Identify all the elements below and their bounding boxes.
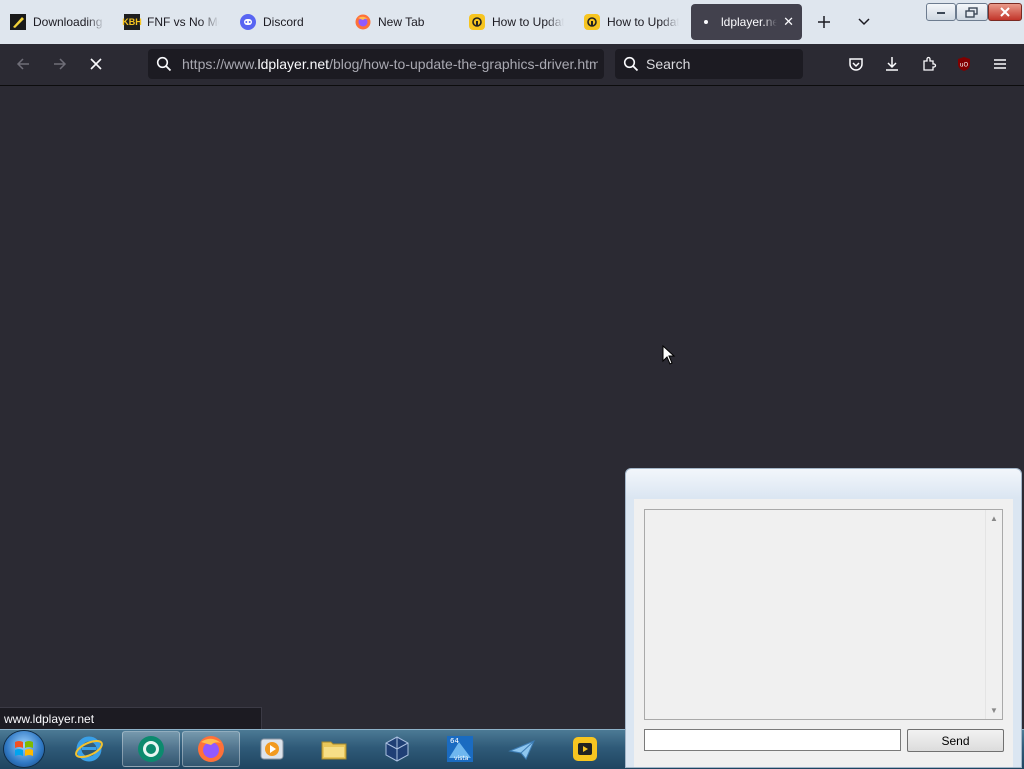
green-circle-app-icon	[138, 736, 164, 762]
forward-arrow-icon	[54, 58, 67, 70]
folder-icon	[321, 741, 347, 760]
close-icon	[1000, 7, 1010, 17]
tab-label: ldplayer.net	[721, 15, 777, 29]
extensions-button[interactable]	[917, 52, 941, 76]
taskbar-file-explorer[interactable]	[305, 731, 363, 767]
restore-button[interactable]	[956, 3, 988, 21]
tab-label: Discord	[263, 15, 304, 29]
chat-window-body: ▲ ▼ Send	[634, 499, 1013, 767]
start-button[interactable]	[4, 731, 44, 767]
svg-text:uO: uO	[960, 62, 969, 69]
ldplayer-icon	[584, 14, 600, 30]
ldplayer-icon	[573, 737, 597, 761]
status-panel: www.ldplayer.net	[0, 707, 262, 729]
tab-discord[interactable]: Discord	[234, 4, 346, 40]
search-placeholder: Search	[646, 56, 691, 72]
tab-label: Downloading	[33, 15, 103, 29]
chat-log-scrollbar[interactable]: ▲ ▼	[985, 510, 1002, 719]
tab-label: How to Update	[607, 15, 679, 29]
new-tab-button[interactable]	[812, 10, 836, 34]
tab-new-tab[interactable]: New Tab	[349, 4, 461, 40]
taskbar-vista64[interactable]: 64 vista	[431, 731, 489, 767]
download-page-icon	[10, 14, 26, 30]
restore-icon	[965, 6, 978, 18]
plus-icon	[818, 16, 830, 28]
ublock-shield-icon: uO	[958, 57, 970, 71]
url-prefix: https://www.	[182, 56, 258, 72]
url-path: /blog/how-to-update-the-graphics-driver.…	[329, 56, 598, 72]
forward-button[interactable]	[48, 52, 72, 76]
firefox-icon	[355, 14, 371, 30]
tab-strip: Downloading KBH FNF vs No More Discord N…	[0, 0, 1024, 44]
taskbar-plane-app[interactable]	[493, 731, 551, 767]
stop-x-icon	[90, 58, 102, 70]
chevron-down-icon	[858, 18, 870, 26]
minimize-button[interactable]	[926, 3, 956, 21]
svg-text:vista: vista	[454, 755, 469, 762]
chat-message-input[interactable]	[644, 729, 901, 751]
back-button[interactable]	[11, 52, 35, 76]
stop-loading-button[interactable]	[84, 52, 108, 76]
url-bar[interactable]: https://www.ldplayer.net/blog/how-to-upd…	[148, 49, 604, 79]
chat-log-textarea[interactable]: ▲ ▼	[644, 509, 1003, 720]
download-icon	[886, 57, 898, 71]
taskbar-internet-explorer[interactable]	[60, 731, 118, 767]
virtualbox-icon	[385, 736, 409, 762]
windows-logo-icon	[15, 741, 33, 756]
ldplayer-icon	[469, 14, 485, 30]
tab-how-to-update-2[interactable]: How to Update	[578, 4, 690, 40]
paper-plane-icon	[508, 740, 535, 760]
svg-text:64: 64	[450, 737, 459, 745]
taskbar-ldplayer[interactable]	[556, 731, 614, 767]
scroll-down-arrow-icon[interactable]: ▼	[990, 706, 998, 715]
tab-downloading[interactable]: Downloading	[4, 4, 116, 40]
search-bar[interactable]: Search	[615, 49, 803, 79]
mouse-cursor-icon	[662, 344, 676, 368]
loading-dot-icon	[701, 14, 711, 30]
navigation-bar: https://www.ldplayer.net/blog/how-to-upd…	[0, 44, 1024, 86]
scroll-up-arrow-icon[interactable]: ▲	[990, 514, 998, 523]
taskbar-media-player[interactable]	[243, 731, 301, 767]
tab-how-to-update-1[interactable]: How to Update	[463, 4, 575, 40]
search-icon	[623, 56, 639, 72]
url-text: https://www.ldplayer.net/blog/how-to-upd…	[182, 56, 598, 72]
hamburger-menu-icon	[994, 59, 1006, 69]
url-host: ldplayer.net	[257, 56, 330, 72]
search-icon	[156, 56, 172, 72]
firefox-icon	[198, 736, 224, 762]
pocket-button[interactable]	[844, 52, 868, 76]
tab-label: New Tab	[378, 15, 425, 29]
taskbar-virtualbox[interactable]	[368, 731, 426, 767]
kbh-games-icon: KBH	[122, 14, 142, 30]
close-window-button[interactable]	[988, 3, 1022, 21]
taskbar-firefox[interactable]	[182, 731, 240, 767]
discord-icon	[240, 14, 256, 30]
close-tab-icon[interactable]: ✕	[783, 15, 794, 29]
tab-label: How to Update	[492, 15, 564, 29]
media-player-icon	[260, 738, 284, 760]
vista-64-icon: 64 vista	[447, 736, 473, 762]
send-button[interactable]: Send	[907, 729, 1004, 752]
minimize-icon	[937, 12, 945, 14]
back-arrow-icon	[16, 58, 29, 70]
chat-window: ▲ ▼ Send	[625, 468, 1022, 768]
internet-explorer-icon	[75, 736, 103, 762]
tab-label: FNF vs No More	[147, 15, 219, 29]
taskbar-green-app[interactable]	[122, 731, 180, 767]
list-all-tabs-button[interactable]	[852, 10, 876, 34]
app-menu-button[interactable]	[988, 52, 1012, 76]
pocket-icon	[849, 58, 863, 71]
downloads-button[interactable]	[880, 52, 904, 76]
puzzle-piece-icon	[923, 56, 937, 71]
chat-window-titlebar[interactable]	[626, 469, 1021, 498]
tab-fnf[interactable]: KBH FNF vs No More	[118, 4, 230, 40]
ublock-origin-button[interactable]: uO	[952, 52, 976, 76]
tab-ldplayer-active[interactable]: ldplayer.net ✕	[691, 4, 802, 40]
